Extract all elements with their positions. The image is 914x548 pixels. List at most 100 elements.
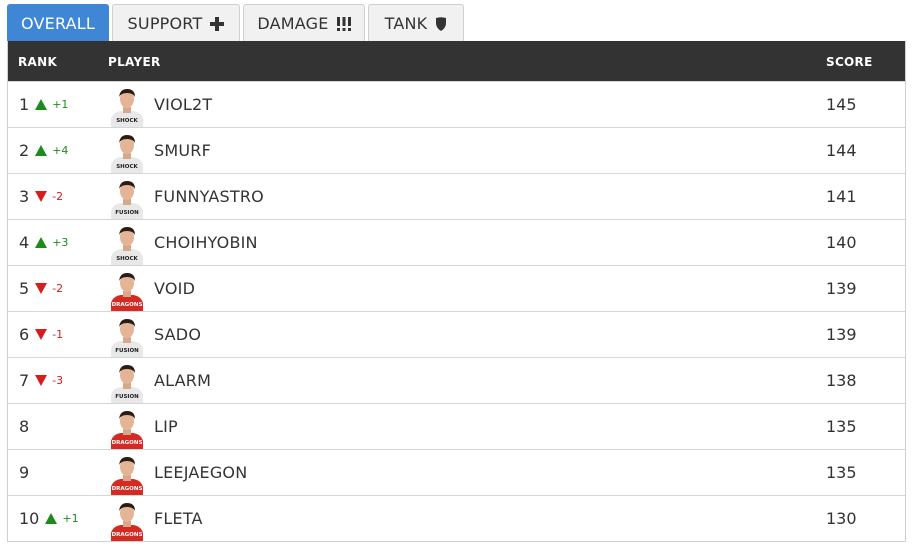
table-row[interactable]: 1 +1 SHOCK VIOL2T 145 xyxy=(8,81,905,127)
arrow-down-icon xyxy=(35,283,48,294)
player-score: 144 xyxy=(826,141,857,160)
rank-cell: 7 -3 xyxy=(19,371,63,390)
team-logo-text: SHOCK xyxy=(116,256,138,262)
arrow-up-icon xyxy=(35,145,48,156)
rank-header: RANK xyxy=(18,55,58,69)
team-logo-text: DRAGONS xyxy=(112,440,143,446)
player-score: 145 xyxy=(826,95,857,114)
player-score: 130 xyxy=(826,509,857,528)
tab-support-label: SUPPORT xyxy=(127,14,203,33)
rank-number: 3 xyxy=(19,187,30,206)
rank-change: -2 xyxy=(52,190,64,203)
player-score: 135 xyxy=(826,417,857,436)
team-logo-text: DRAGONS xyxy=(112,302,143,308)
table-row[interactable]: 6 -1 FUSION SADO 139 xyxy=(8,311,905,357)
rank-number: 2 xyxy=(19,141,30,160)
avatar: DRAGONS xyxy=(109,408,145,449)
rank-cell: 3 -2 xyxy=(19,187,63,206)
rank-cell: 8 xyxy=(19,417,29,436)
team-logo-text: FUSION xyxy=(115,348,139,354)
team-logo-text: DRAGONS xyxy=(112,486,143,492)
rank-number: 6 xyxy=(19,325,30,344)
table-row[interactable]: 7 -3 FUSION ALARM 138 xyxy=(8,357,905,403)
tab-overall[interactable]: OVERALL xyxy=(7,4,109,42)
team-logo-text: FUSION xyxy=(115,394,139,400)
player-header: PLAYER xyxy=(108,55,161,69)
rank-change: -3 xyxy=(52,374,64,387)
rank-number: 5 xyxy=(19,279,30,298)
player-name[interactable]: FLETA xyxy=(154,509,203,528)
arrow-down-icon xyxy=(35,191,48,202)
player-name[interactable]: VIOL2T xyxy=(154,95,212,114)
tab-damage[interactable]: DAMAGE xyxy=(243,4,365,42)
leaderboard-table: RANK PLAYER SCORE 1 +1 SHOCK VIOL2T 145 2… xyxy=(7,41,906,542)
arrow-up-icon xyxy=(35,99,48,110)
rank-number: 7 xyxy=(19,371,30,390)
table-row[interactable]: 4 +3 SHOCK CHOIHYOBIN 140 xyxy=(8,219,905,265)
avatar: SHOCK xyxy=(109,86,145,127)
player-name[interactable]: VOID xyxy=(154,279,195,298)
team-logo-text: DRAGONS xyxy=(112,532,143,538)
avatar: DRAGONS xyxy=(109,454,145,495)
rank-cell: 5 -2 xyxy=(19,279,63,298)
team-logo-text: SHOCK xyxy=(116,118,138,124)
rank-number: 1 xyxy=(19,95,30,114)
rank-change: +4 xyxy=(52,144,69,157)
tab-support[interactable]: SUPPORT xyxy=(112,4,240,42)
player-name[interactable]: FUNNYASTRO xyxy=(154,187,264,206)
team-logo-text: FUSION xyxy=(115,210,139,216)
player-name[interactable]: SMURF xyxy=(154,141,211,160)
rank-number: 10 xyxy=(19,509,40,528)
role-tabs: OVERALL SUPPORT DAMAGE TANK xyxy=(7,4,467,42)
player-name[interactable]: ALARM xyxy=(154,371,211,390)
avatar: SHOCK xyxy=(109,224,145,265)
table-row[interactable]: 3 -2 FUSION FUNNYASTRO 141 xyxy=(8,173,905,219)
tab-damage-label: DAMAGE xyxy=(257,14,329,33)
avatar: FUSION xyxy=(109,178,145,219)
plus-icon xyxy=(210,16,225,31)
arrow-down-icon xyxy=(35,329,48,340)
rank-cell: 10 +1 xyxy=(19,509,79,528)
table-row[interactable]: 8 DRAGONS LIP 135 xyxy=(8,403,905,449)
player-name[interactable]: LEEJAEGON xyxy=(154,463,247,482)
avatar: FUSION xyxy=(109,362,145,403)
player-name[interactable]: CHOIHYOBIN xyxy=(154,233,258,252)
tab-tank-label: TANK xyxy=(384,14,428,33)
exclamations-icon xyxy=(336,16,351,31)
arrow-down-icon xyxy=(35,375,48,386)
shield-icon xyxy=(435,16,447,31)
rank-change: +1 xyxy=(52,98,69,111)
table-row[interactable]: 5 -2 DRAGONS VOID 139 xyxy=(8,265,905,311)
table-row[interactable]: 9 DRAGONS LEEJAEGON 135 xyxy=(8,449,905,495)
table-header: RANK PLAYER SCORE xyxy=(8,41,905,81)
rank-change: -2 xyxy=(52,282,64,295)
player-score: 139 xyxy=(826,279,857,298)
avatar: SHOCK xyxy=(109,132,145,173)
tab-overall-label: OVERALL xyxy=(20,14,95,33)
rank-number: 4 xyxy=(19,233,30,252)
rank-number: 9 xyxy=(19,463,30,482)
player-name[interactable]: SADO xyxy=(154,325,201,344)
rank-change: +3 xyxy=(52,236,69,249)
rank-change: +1 xyxy=(62,512,79,525)
player-score: 138 xyxy=(826,371,857,390)
arrow-up-icon xyxy=(35,237,48,248)
tab-tank[interactable]: TANK xyxy=(368,4,464,42)
table-row[interactable]: 2 +4 SHOCK SMURF 144 xyxy=(8,127,905,173)
rank-cell: 1 +1 xyxy=(19,95,68,114)
player-score: 140 xyxy=(826,233,857,252)
rank-cell: 2 +4 xyxy=(19,141,68,160)
rank-cell: 4 +3 xyxy=(19,233,68,252)
rank-change: -1 xyxy=(52,328,64,341)
table-body: 1 +1 SHOCK VIOL2T 145 2 +4 SHOCK SMURF 144 xyxy=(8,81,905,541)
arrow-up-icon xyxy=(45,513,58,524)
rank-cell: 6 -1 xyxy=(19,325,63,344)
player-name[interactable]: LIP xyxy=(154,417,178,436)
rank-cell: 9 xyxy=(19,463,29,482)
player-score: 139 xyxy=(826,325,857,344)
avatar: DRAGONS xyxy=(109,270,145,311)
team-logo-text: SHOCK xyxy=(116,164,138,170)
table-row[interactable]: 10 +1 DRAGONS FLETA 130 xyxy=(8,495,905,541)
player-score: 135 xyxy=(826,463,857,482)
score-header: SCORE xyxy=(826,55,873,69)
